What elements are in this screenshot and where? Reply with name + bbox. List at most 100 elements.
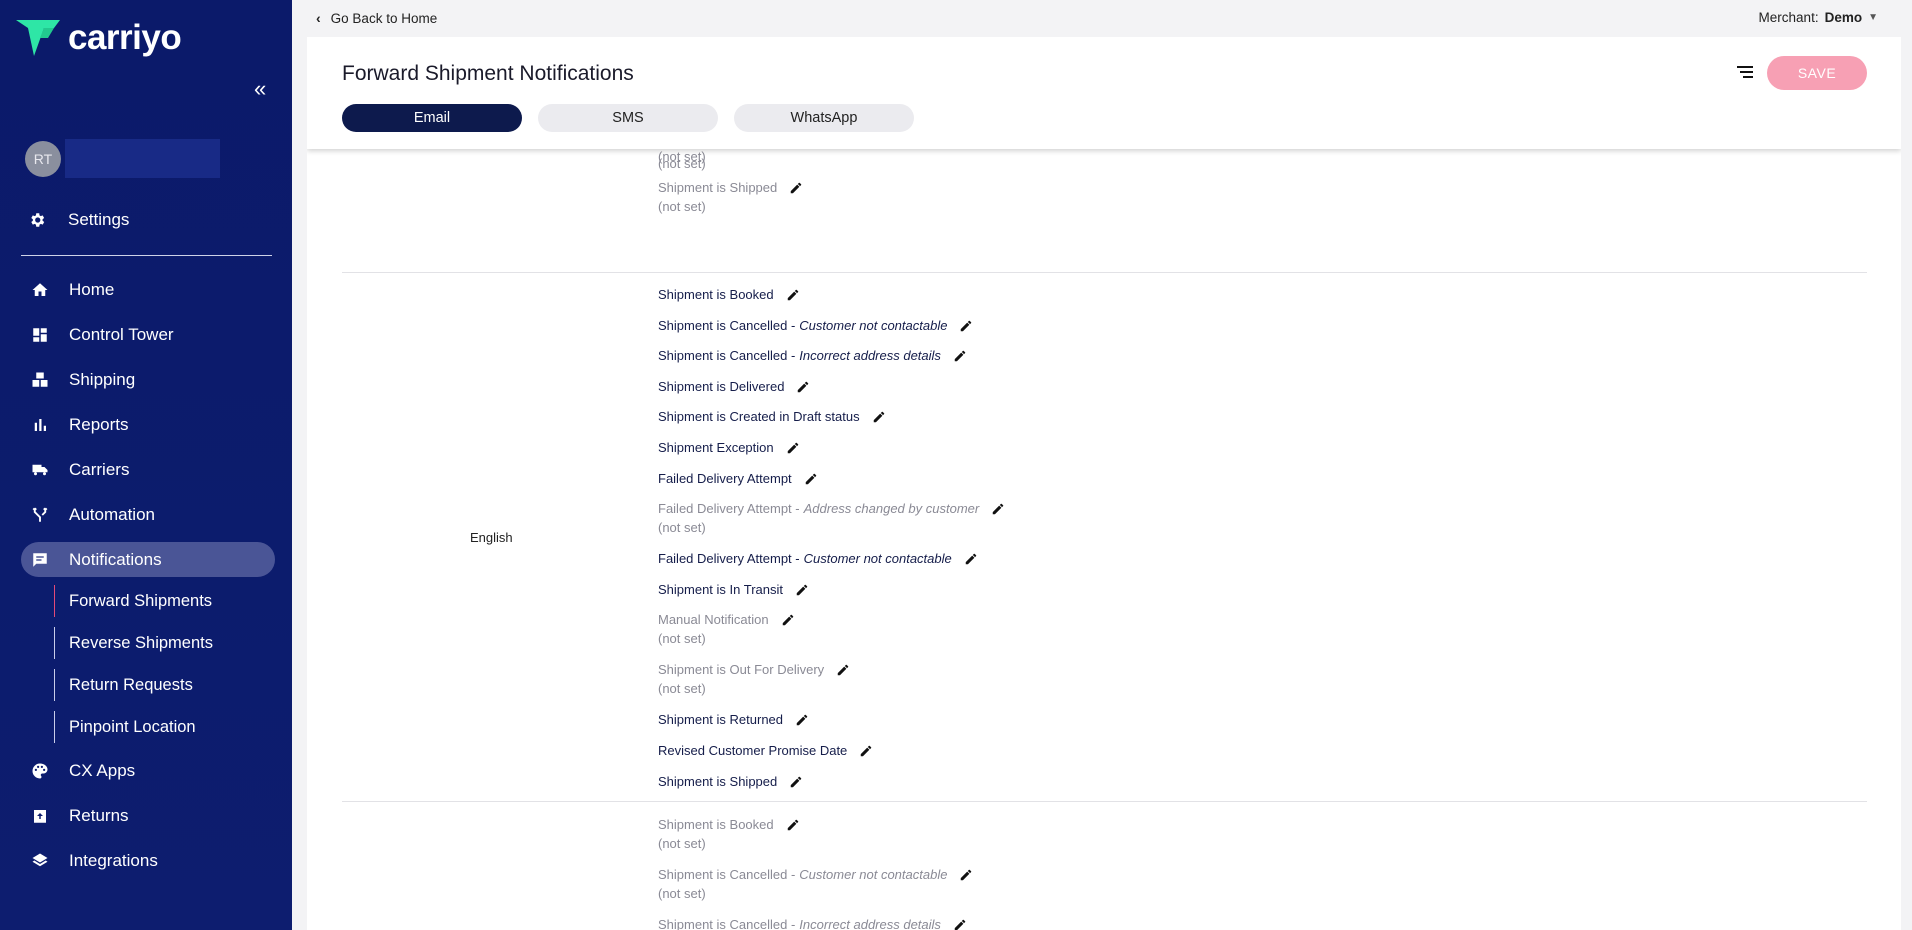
return-box-icon	[29, 805, 51, 827]
event-name: Shipment is Out For Delivery	[658, 662, 825, 678]
filter-list-icon[interactable]	[1734, 62, 1756, 82]
edit-pencil-icon[interactable]	[836, 663, 850, 677]
group-divider	[342, 272, 1867, 273]
sidebar-item-control-tower[interactable]: Control Tower	[21, 317, 275, 352]
edit-pencil-icon[interactable]	[804, 472, 818, 486]
not-set-label: (not set)	[658, 836, 706, 851]
sidebar-item-returns[interactable]: Returns	[21, 798, 275, 833]
edit-pencil-icon[interactable]	[859, 744, 873, 758]
sidebar-subitem-reverse-shipments[interactable]: Reverse Shipments	[54, 627, 275, 659]
notification-entry: Shipment is Cancelled - Incorrect address…	[658, 348, 967, 364]
edit-pencil-icon[interactable]	[795, 713, 809, 727]
edit-pencil-icon[interactable]	[789, 181, 803, 195]
notification-entry: Shipment is In Transit	[658, 582, 809, 598]
tab-email[interactable]: Email	[342, 104, 522, 132]
edit-pencil-icon[interactable]	[953, 918, 967, 930]
sidebar-nav: Home Control Tower Shipping Reports Carr…	[21, 272, 275, 888]
notification-entry: Shipment is Shipped (not set)	[658, 180, 803, 215]
settings-link[interactable]: Settings	[28, 210, 129, 230]
sidebar-item-carriers[interactable]: Carriers	[21, 452, 275, 487]
sidebar-item-cx-apps[interactable]: CX Apps	[21, 753, 275, 788]
edit-pencil-icon[interactable]	[964, 552, 978, 566]
event-name: Shipment is Shipped	[658, 773, 778, 789]
event-name: Shipment is Delivered	[658, 378, 785, 394]
not-set-label: (not set)	[658, 520, 706, 536]
sidebar: carriyo « RT Settings Home Control Tower…	[0, 0, 292, 930]
layers-icon	[29, 850, 51, 872]
carriyo-logo-icon	[16, 20, 60, 56]
notification-name: Manual Notification	[658, 612, 795, 628]
tab-sms[interactable]: SMS	[538, 104, 718, 132]
collapse-sidebar-icon[interactable]: «	[254, 76, 266, 102]
edit-pencil-icon[interactable]	[796, 380, 810, 394]
edit-pencil-icon[interactable]	[959, 868, 973, 882]
sidebar-subitem-return-requests[interactable]: Return Requests	[54, 669, 275, 701]
event-name: Manual Notification	[658, 612, 769, 628]
tab-whatsapp[interactable]: WhatsApp	[734, 104, 914, 132]
sidebar-item-shipping[interactable]: Shipping	[21, 362, 275, 397]
notification-entry: Shipment is Created in Draft status	[658, 409, 886, 425]
notification-entry: Failed Delivery Attempt - Address changed…	[658, 501, 1005, 536]
edit-pencil-icon[interactable]	[786, 818, 800, 832]
sidebar-subitem-forward-shipments[interactable]: Forward Shipments	[54, 585, 275, 617]
sidebar-item-reports[interactable]: Reports	[21, 407, 275, 442]
event-name: Shipment is Cancelled -	[658, 917, 796, 930]
sidebar-item-label: Home	[69, 279, 115, 299]
channel-tabs: Email SMS WhatsApp	[342, 104, 930, 132]
notification-name: Shipment is Booked	[658, 287, 800, 303]
edit-pencil-icon[interactable]	[795, 583, 809, 597]
sidebar-item-automation[interactable]: Automation	[21, 497, 275, 532]
notification-entry: Failed Delivery Attempt	[658, 471, 818, 487]
edit-pencil-icon[interactable]	[789, 775, 803, 789]
event-name: Revised Customer Promise Date	[658, 743, 848, 758]
notification-entry: Shipment is Out For Delivery (not set)	[658, 662, 850, 697]
back-label: Go Back to Home	[330, 10, 438, 26]
not-set-label: (not set)	[658, 631, 706, 647]
brand-logo[interactable]: carriyo	[14, 18, 182, 58]
notification-name: Failed Delivery Attempt - Address changed…	[658, 501, 1005, 517]
edit-pencil-icon[interactable]	[786, 441, 800, 455]
not-set-label: (not set)	[658, 199, 706, 214]
event-reason: Customer not contactable	[803, 551, 952, 567]
palette-icon	[29, 760, 51, 782]
edit-pencil-icon[interactable]	[991, 502, 1005, 516]
notification-entry: Shipment is Delivered	[658, 379, 810, 395]
notification-entry: Shipment Exception	[658, 440, 800, 456]
sidebar-subitem-pinpoint-location[interactable]: Pinpoint Location	[54, 711, 275, 743]
notification-name: Failed Delivery Attempt	[658, 471, 818, 487]
event-name: Shipment is Booked	[658, 287, 774, 302]
sidebar-item-home[interactable]: Home	[21, 272, 275, 307]
edit-pencil-icon[interactable]	[959, 319, 973, 333]
event-reason: Incorrect address details	[799, 348, 941, 364]
edit-pencil-icon[interactable]	[953, 349, 967, 363]
page-header: Forward Shipment Notifications Email SMS…	[307, 37, 1901, 149]
dashboard-icon	[29, 324, 51, 346]
notification-name: Shipment Exception	[658, 440, 800, 456]
brand-name: carriyo	[68, 18, 182, 57]
sidebar-item-label: CX Apps	[69, 760, 136, 780]
back-to-home-link[interactable]: ‹ Go Back to Home	[316, 10, 437, 26]
event-name: Shipment is Created in Draft status	[658, 409, 860, 425]
home-icon	[29, 279, 51, 301]
event-name: Shipment is Cancelled -	[658, 867, 796, 882]
page-title: Forward Shipment Notifications	[342, 62, 634, 85]
sidebar-item-integrations[interactable]: Integrations	[21, 843, 275, 878]
save-button[interactable]: SAVE	[1767, 56, 1867, 90]
edit-pencil-icon[interactable]	[786, 288, 800, 302]
edit-pencil-icon[interactable]	[781, 613, 795, 627]
notification-name: Shipment is Cancelled - Incorrect address…	[658, 348, 967, 364]
notification-entry: Manual Notification (not set)	[658, 612, 795, 647]
notification-entry: Revised Customer Promise Date	[658, 743, 873, 759]
notifications-submenu: Forward Shipments Reverse Shipments Retu…	[54, 585, 275, 743]
user-name-redacted	[65, 139, 220, 178]
notification-name: Shipment is Booked	[658, 817, 800, 833]
top-bar: ‹ Go Back to Home Merchant: Demo ▼	[292, 0, 1912, 37]
bar-chart-icon	[29, 414, 51, 436]
notification-name: Shipment is Shipped	[658, 774, 803, 790]
merchant-selector[interactable]: Merchant: Demo ▼	[1759, 10, 1878, 25]
event-name: Shipment is Shipped	[658, 180, 778, 195]
sidebar-item-label: Shipping	[69, 369, 136, 389]
user-profile[interactable]: RT	[25, 139, 220, 178]
sidebar-item-notifications[interactable]: Notifications	[21, 542, 275, 577]
edit-pencil-icon[interactable]	[872, 410, 886, 424]
